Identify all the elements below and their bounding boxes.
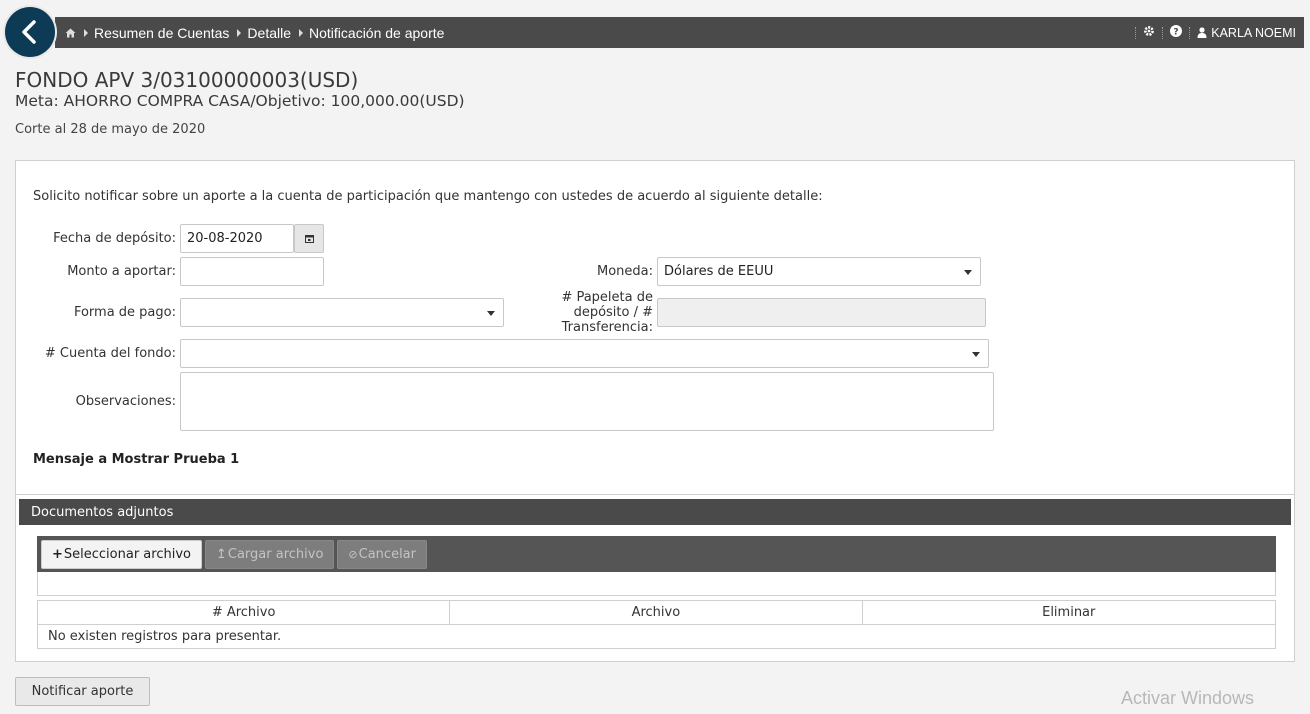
goal-line: Meta: AHORRO COMPRA CASA/Objetivo: 100,0… [15,92,465,110]
column-header-file-number: # Archivo [36,600,451,625]
slip-number-label-line: depósito / # [573,305,653,320]
notes-textarea[interactable] [180,372,994,431]
deposit-date-input[interactable]: 20-08-2020 [180,224,294,253]
column-header-file: Archivo [449,600,863,625]
cancel-upload-button-label: Cancelar [358,546,416,562]
payment-method-select[interactable] [180,298,504,327]
upload-icon: ↥ [215,546,227,562]
form-message: Mensaje a Mostrar Prueba 1 [33,452,240,467]
select-file-button-label: Seleccionar archivo [63,546,191,562]
breadcrumb: Resumen de Cuentas Detalle Notificación … [55,25,444,41]
user-icon [1197,27,1207,38]
divider [1189,26,1191,39]
empty-table-message: No existen registros para presentar. [37,624,1276,649]
user-menu[interactable]: KARLA NOEMI [1197,26,1296,40]
select-file-button[interactable]: + Seleccionar archivo [41,539,202,569]
table-row: No existen registros para presentar. [37,624,1276,649]
cancel-icon: ⊘ [348,547,358,561]
amount-label: Monto a aportar: [67,264,176,279]
top-navigation-bar: Resumen de Cuentas Detalle Notificación … [55,17,1304,48]
payment-method-label: Forma de pago: [73,305,176,320]
slip-number-label-line: # Papeleta de [561,290,653,305]
notify-contribution-button[interactable]: Notificar aporte [15,677,150,706]
upload-file-button[interactable]: ↥ Cargar archivo [204,539,335,569]
form-intro: Solicito notificar sobre un aporte a la … [33,189,823,204]
amount-input[interactable] [180,257,324,286]
chevron-down-icon [972,352,980,357]
chevron-down-icon [487,311,495,316]
attachments-header: Documentos adjuntos [19,499,1291,525]
calendar-icon [304,235,314,243]
currency-label: Moneda: [596,264,653,279]
home-icon[interactable] [65,28,76,38]
cancel-upload-button[interactable]: ⊘ Cancelar [337,539,427,569]
slip-number-input[interactable] [657,298,986,327]
breadcrumb-separator-icon [84,28,88,37]
deposit-date-label: Fecha de depósito: [53,231,176,246]
fund-title: FONDO APV 3/03100000003(USD) [15,68,359,92]
upload-file-area[interactable] [37,572,1276,596]
fund-account-label: # Cuenta del fondo: [44,346,176,361]
windows-activation-watermark: Activar Windows [1121,688,1255,708]
fund-account-select[interactable] [180,339,989,368]
upload-toolbar: + Seleccionar archivo ↥ Cargar archivo ⊘… [37,536,1276,572]
breadcrumb-separator-icon [237,28,242,37]
gear-icon[interactable] [1143,25,1155,40]
breadcrumb-item-current: Notificación de aporte [309,24,445,41]
divider [1135,26,1137,39]
notes-label: Observaciones: [75,394,176,409]
breadcrumb-item-summary[interactable]: Resumen de Cuentas [94,25,229,41]
slip-number-label-line: Transferencia: [561,320,653,335]
table-header-row: # Archivo Archivo Eliminar [36,600,1276,625]
breadcrumb-item-detail[interactable]: Detalle [247,25,291,41]
user-name: KARLA NOEMI [1211,25,1296,40]
slip-number-label: # Papeleta de depósito / # Transferencia… [516,290,653,335]
plus-icon: + [52,546,63,562]
chevron-down-icon [964,270,972,275]
calendar-button[interactable] [294,224,324,253]
divider [1162,26,1164,39]
svg-text:?: ? [1174,28,1179,38]
contribution-form-panel: Solicito notificar sobre un aporte a la … [15,160,1295,662]
divider [16,494,1294,495]
column-header-delete: Eliminar [861,600,1276,625]
currency-select[interactable]: Dólares de EEUU [657,257,981,286]
breadcrumb-separator-icon [299,28,304,37]
chevron-left-icon [22,20,36,44]
currency-select-value: Dólares de EEUU [664,264,774,279]
attachments-table: # Archivo Archivo Eliminar No existen re… [36,600,1276,649]
upload-file-button-label: Cargar archivo [227,546,324,562]
back-button[interactable] [5,7,55,57]
cut-date: Corte al 28 de mayo de 2020 [15,122,206,137]
help-icon[interactable]: ? [1170,25,1183,40]
